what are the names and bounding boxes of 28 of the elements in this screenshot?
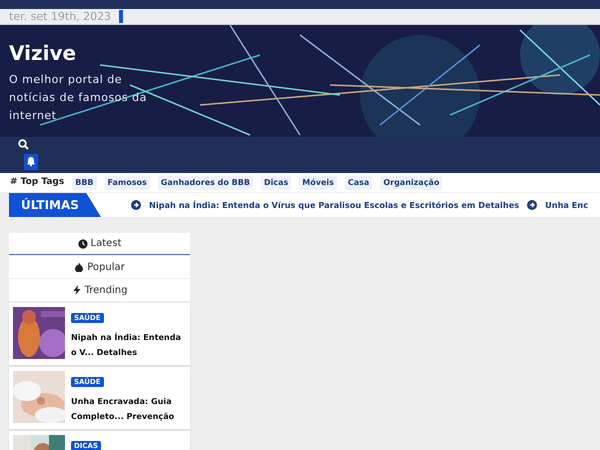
site-tagline: O melhor portal de notícias de famosos da internet [9, 72, 148, 124]
tag-link[interactable]: Famosos [104, 176, 150, 190]
notification-button[interactable] [24, 154, 38, 170]
arrow-circle-icon [131, 200, 141, 210]
post-title-link[interactable]: Nipah na Índia: Entenda o V... Detalhes [71, 330, 186, 360]
accent-bar [119, 10, 124, 23]
site-title: Vizive [9, 41, 78, 65]
tag-link[interactable]: Móveis [299, 176, 337, 190]
flame-icon [74, 262, 84, 272]
arrow-circle-icon [527, 200, 538, 210]
bell-icon [26, 156, 36, 167]
tags-label: # Top Tags [10, 176, 64, 189]
tag-link[interactable]: Organização [380, 176, 442, 190]
post-title-link[interactable]: Unha Encravada: Guia Completo... Prevenção [71, 394, 186, 424]
tag-link[interactable]: BBB [72, 176, 97, 190]
ticker-link[interactable]: Unha Enc [545, 198, 588, 212]
widget-tab[interactable]: Latest [9, 233, 190, 255]
search-icon[interactable] [18, 138, 29, 150]
ticker-link[interactable]: Nipah na Índia: Entenda o Vírus que Paralisou Escolas e Escritórios em Detalhes [149, 198, 520, 212]
date-text: ter. set 19th, 2023 [8, 8, 112, 24]
tag-link[interactable]: Casa [344, 176, 372, 190]
ticker-label: ÚLTIMAS [9, 193, 101, 217]
widget-tab[interactable]: Popular [9, 256, 190, 278]
tag-link[interactable]: Dicas [260, 176, 292, 190]
tag-link[interactable]: Ganhadores do BBB [158, 176, 253, 190]
lightning-icon [72, 285, 82, 295]
widget-tab[interactable]: Trending [9, 279, 190, 301]
clock-icon [78, 238, 88, 248]
